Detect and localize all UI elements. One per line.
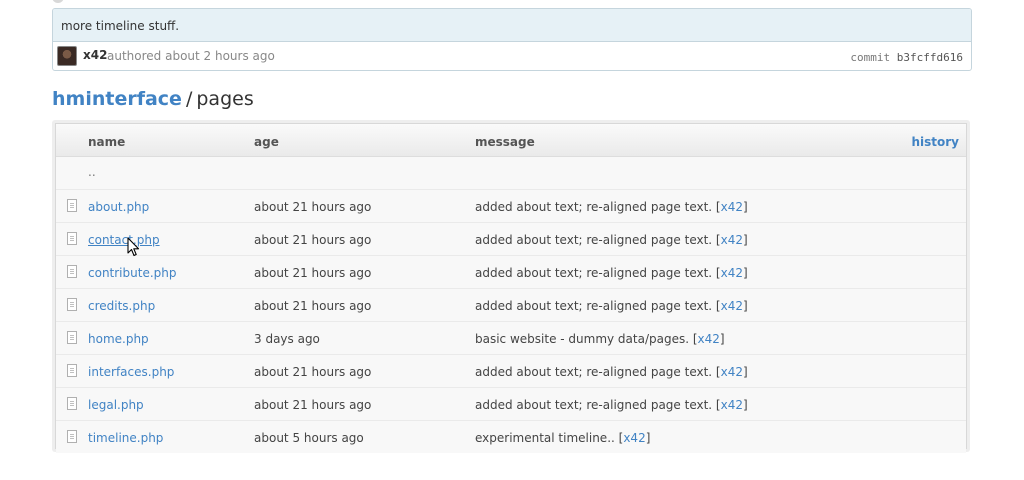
- commit-author-link[interactable]: x42: [721, 398, 743, 412]
- table-row: timeline.php about 5 hours ago experimen…: [56, 421, 966, 453]
- table-row: home.php 3 days ago basic website - dumm…: [56, 322, 966, 355]
- breadcrumb-separator: /: [185, 88, 193, 110]
- commit-message-text[interactable]: added about text; re-aligned page text.: [475, 299, 712, 313]
- column-header-message: message: [475, 135, 535, 149]
- file-link[interactable]: credits.php: [88, 299, 155, 313]
- commit-message-text[interactable]: basic website - dummy data/pages.: [475, 332, 689, 346]
- file-icon: [67, 430, 77, 443]
- column-header-age: age: [254, 135, 279, 149]
- commit-author-link[interactable]: x42: [721, 200, 743, 214]
- last-commit-box: more timeline stuff. x42 authored about …: [52, 8, 972, 71]
- file-icon: [67, 397, 77, 410]
- table-row: credits.php about 21 hours ago added abo…: [56, 289, 966, 322]
- file-age: about 5 hours ago: [254, 431, 364, 445]
- file-age: about 21 hours ago: [254, 365, 372, 379]
- file-commit-message: added about text; re-aligned page text. …: [475, 200, 748, 214]
- file-commit-message: added about text; re-aligned page text. …: [475, 398, 748, 412]
- file-age: about 21 hours ago: [254, 266, 372, 280]
- avatar-remnant: [52, 0, 64, 3]
- file-icon: [67, 199, 77, 212]
- table-row: contact.php about 21 hours ago added abo…: [56, 223, 966, 256]
- file-commit-message: experimental timeline.. [x42]: [475, 431, 651, 445]
- commit-author-link[interactable]: x42: [721, 299, 743, 313]
- file-link[interactable]: home.php: [88, 332, 149, 346]
- file-icon: [67, 265, 77, 278]
- commit-message-text[interactable]: added about text; re-aligned page text.: [475, 200, 712, 214]
- breadcrumb-repo-link[interactable]: hminterface: [52, 88, 182, 110]
- breadcrumb-current-path: pages: [196, 88, 254, 110]
- file-link[interactable]: interfaces.php: [88, 365, 174, 379]
- file-commit-message: basic website - dummy data/pages. [x42]: [475, 332, 725, 346]
- file-age: about 21 hours ago: [254, 398, 372, 412]
- file-tree-header: name age message history: [56, 124, 966, 157]
- commit-author-link[interactable]: x42: [721, 365, 743, 379]
- commit-authored-time: authored about 2 hours ago: [107, 49, 275, 63]
- commit-author-link[interactable]: x42: [623, 431, 645, 445]
- file-commit-message: added about text; re-aligned page text. …: [475, 233, 748, 247]
- file-icon: [67, 298, 77, 311]
- mouse-cursor-icon: [127, 237, 140, 257]
- commit-message-text[interactable]: added about text; re-aligned page text.: [475, 266, 712, 280]
- commit-message-text[interactable]: experimental timeline..: [475, 431, 615, 445]
- commit-sha-label: commit: [850, 51, 891, 64]
- history-link[interactable]: history: [911, 135, 959, 149]
- commit-message-text[interactable]: added about text; re-aligned page text.: [475, 398, 712, 412]
- commit-author[interactable]: x42: [83, 48, 107, 62]
- commit-sha-value[interactable]: b3fcffd616: [897, 51, 963, 64]
- file-age: about 21 hours ago: [254, 200, 372, 214]
- file-link[interactable]: legal.php: [88, 398, 144, 412]
- table-row: about.php about 21 hours ago added about…: [56, 190, 966, 223]
- file-link[interactable]: contact.php: [88, 233, 160, 247]
- commit-author-link[interactable]: x42: [698, 332, 720, 346]
- updir-row[interactable]: ..: [56, 157, 966, 190]
- commit-author-link[interactable]: x42: [721, 266, 743, 280]
- table-row: legal.php about 21 hours ago added about…: [56, 388, 966, 421]
- commit-message[interactable]: more timeline stuff.: [53, 9, 971, 42]
- file-age: about 21 hours ago: [254, 299, 372, 313]
- table-row: contribute.php about 21 hours ago added …: [56, 256, 966, 289]
- commit-meta: x42 authored about 2 hours ago commit b3…: [53, 42, 971, 70]
- commit-message-text[interactable]: added about text; re-aligned page text.: [475, 365, 712, 379]
- breadcrumb: hminterface / pages: [52, 88, 254, 110]
- file-link[interactable]: contribute.php: [88, 266, 176, 280]
- file-icon: [67, 331, 77, 344]
- file-icon: [67, 364, 77, 377]
- avatar[interactable]: [57, 46, 77, 66]
- parent-directory-link[interactable]: ..: [88, 165, 96, 179]
- file-link[interactable]: timeline.php: [88, 431, 163, 445]
- file-age: about 21 hours ago: [254, 233, 372, 247]
- file-tree-frame: name age message history .. about.php ab…: [52, 120, 970, 453]
- file-icon: [67, 232, 77, 245]
- commit-author-link[interactable]: x42: [721, 233, 743, 247]
- file-age: 3 days ago: [254, 332, 320, 346]
- commit-sha[interactable]: commit b3fcffd616: [850, 51, 963, 64]
- file-commit-message: added about text; re-aligned page text. …: [475, 266, 748, 280]
- table-row: interfaces.php about 21 hours ago added …: [56, 355, 966, 388]
- commit-message-text[interactable]: added about text; re-aligned page text.: [475, 233, 712, 247]
- file-link[interactable]: about.php: [88, 200, 149, 214]
- column-header-name: name: [88, 135, 126, 149]
- file-commit-message: added about text; re-aligned page text. …: [475, 365, 748, 379]
- file-tree: name age message history .. about.php ab…: [55, 123, 967, 453]
- file-commit-message: added about text; re-aligned page text. …: [475, 299, 748, 313]
